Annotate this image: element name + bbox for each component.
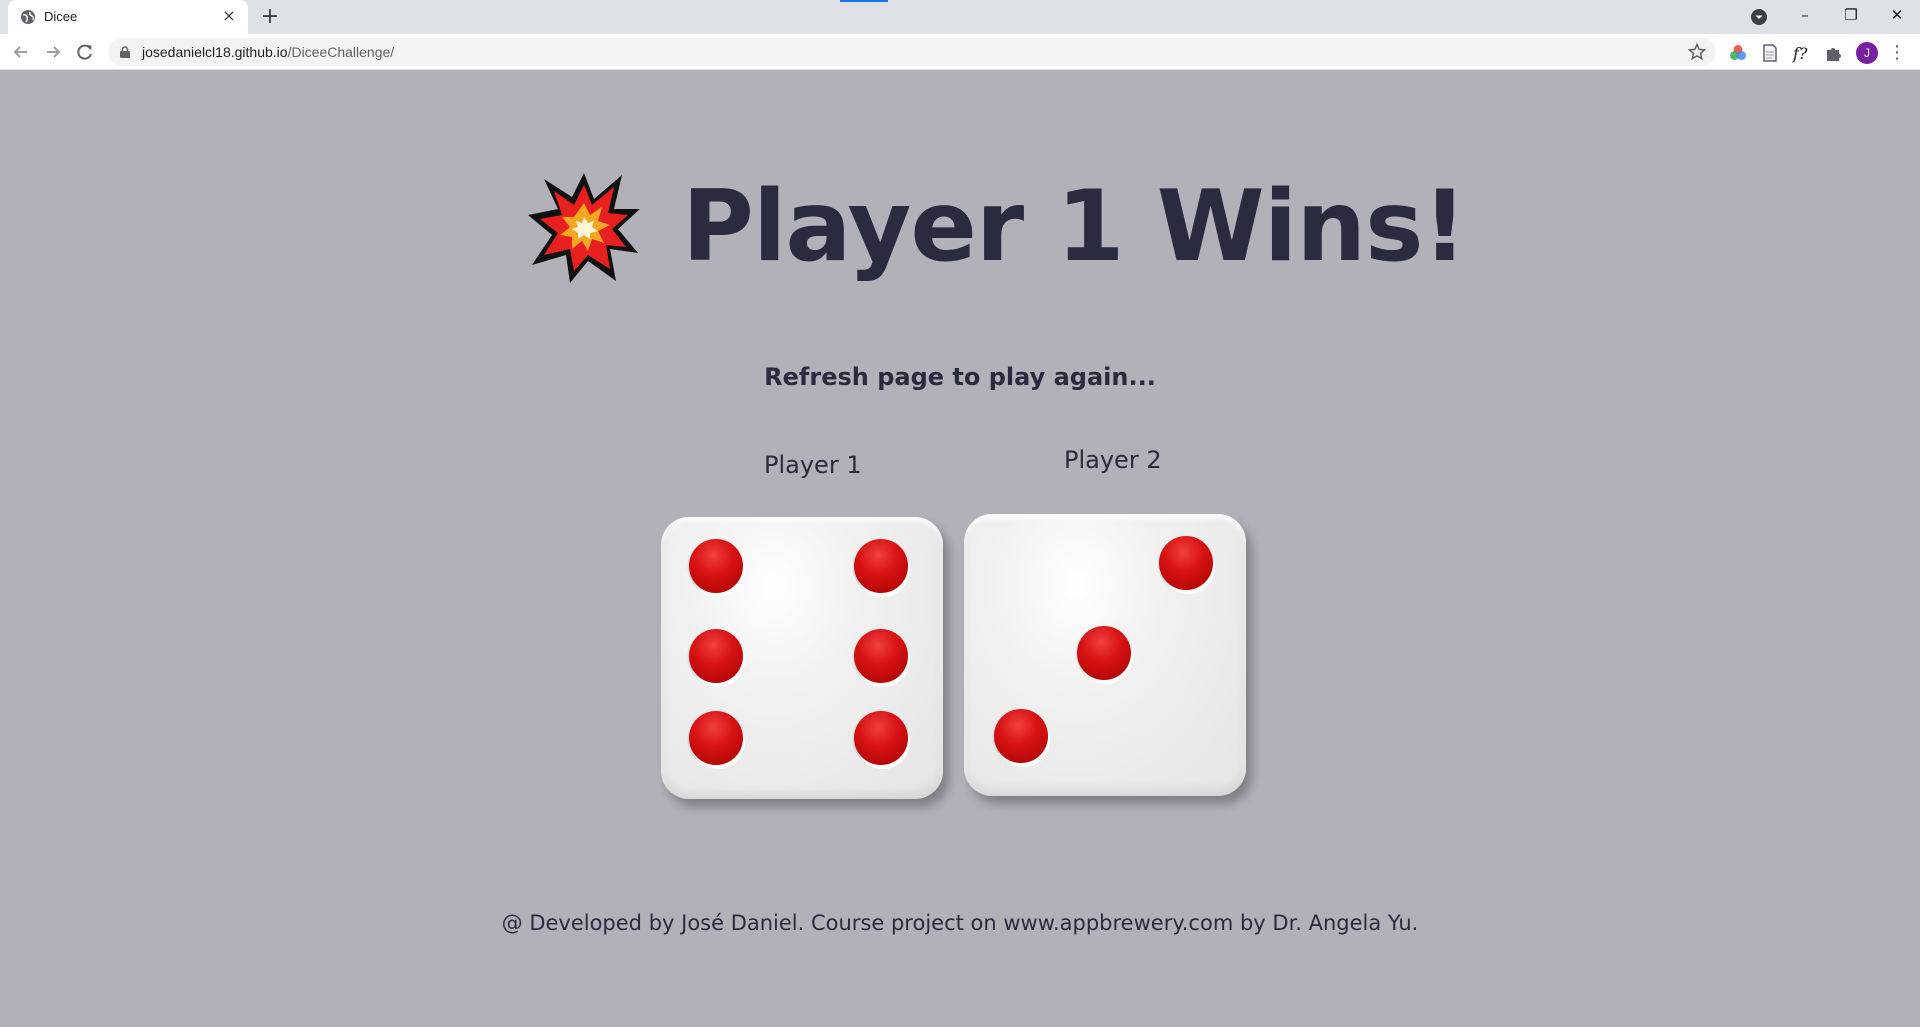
die-pip (689, 629, 743, 683)
back-icon[interactable] (10, 41, 32, 63)
forward-icon[interactable] (42, 41, 64, 63)
globe-icon (21, 10, 35, 24)
subtitle: Refresh page to play again... (764, 363, 1156, 391)
new-tab-button[interactable]: + (258, 5, 282, 29)
page-content: Player 1 Wins! Refresh page to play agai… (0, 71, 1920, 1027)
player-1-die (661, 517, 943, 799)
maximize-button[interactable]: ❐ (1828, 0, 1874, 30)
font-icon[interactable]: f? (1792, 43, 1812, 63)
puzzle-icon[interactable] (1824, 43, 1844, 63)
die-pip (1159, 536, 1213, 590)
die-pip (994, 709, 1048, 763)
die-pip (1077, 626, 1131, 680)
svg-text:f?: f? (1792, 44, 1808, 63)
die-pip (689, 711, 743, 765)
menu-icon[interactable]: ⋮ (1888, 43, 1906, 63)
die-pip (854, 711, 908, 765)
footer-credits: @ Developed by José Daniel. Course proje… (501, 911, 1419, 935)
url-path: /DiceeChallenge/ (287, 44, 395, 60)
boom-icon (528, 173, 640, 283)
close-tab-icon[interactable]: × (220, 7, 238, 25)
profile-avatar[interactable]: J (1856, 42, 1878, 64)
minimize-button[interactable]: – (1782, 0, 1828, 30)
lock-icon[interactable] (120, 46, 130, 58)
tab-dicee[interactable]: Dicee × (8, 0, 248, 34)
url-text: josedanielcl18.github.io/DiceeChallenge/ (142, 44, 394, 60)
tab-strip: Dicee × + – ❐ ✕ (0, 0, 1920, 34)
player-2-die (964, 514, 1246, 796)
die-pip (854, 629, 908, 683)
player-2-label: Player 2 (1064, 446, 1162, 474)
tab-title: Dicee (44, 9, 78, 24)
reload-icon[interactable] (74, 41, 96, 63)
address-bar[interactable]: josedanielcl18.github.io/DiceeChallenge/ (108, 38, 1716, 66)
url-host: josedanielcl18.github.io (142, 44, 288, 60)
star-icon[interactable] (1688, 43, 1706, 61)
color-wheel-icon[interactable] (1728, 43, 1748, 63)
headline-row: Player 1 Wins! (526, 167, 1467, 287)
close-window-button[interactable]: ✕ (1874, 0, 1920, 30)
player-1-label: Player 1 (764, 451, 862, 479)
headline: Player 1 Wins! (682, 170, 1467, 284)
die-pip (689, 539, 743, 593)
die-pip (854, 539, 908, 593)
tab-indicator (840, 0, 888, 2)
tab-search-icon[interactable] (1750, 8, 1768, 26)
browser-toolbar: josedanielcl18.github.io/DiceeChallenge/… (0, 34, 1920, 70)
page-icon[interactable] (1760, 43, 1780, 63)
